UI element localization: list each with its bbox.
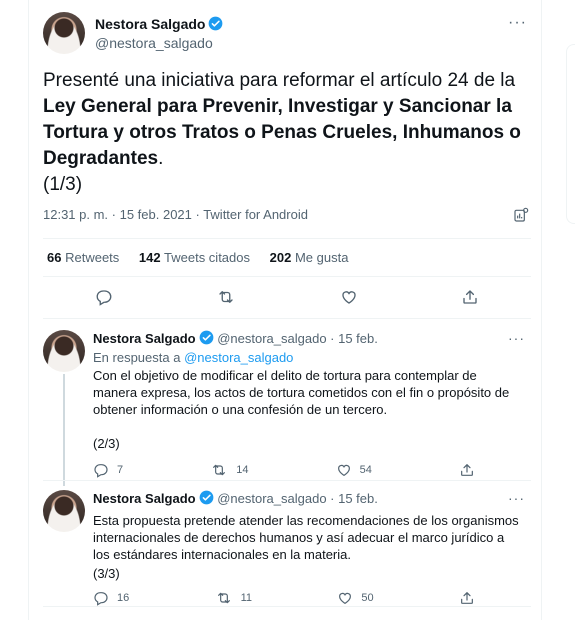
author-handle[interactable]: @nestora_salgado bbox=[217, 491, 326, 506]
retweet-count: 11 bbox=[240, 592, 253, 604]
like-icon[interactable] bbox=[337, 590, 353, 606]
tweet-date[interactable]: · 15 feb. bbox=[330, 491, 378, 506]
avatar[interactable] bbox=[43, 330, 85, 372]
share-icon[interactable] bbox=[461, 288, 479, 306]
retweets-stat[interactable]: 66 Retweets bbox=[47, 250, 119, 265]
mention-link[interactable]: @nestora_salgado bbox=[184, 350, 293, 365]
divider bbox=[43, 480, 531, 481]
verified-badge-icon bbox=[199, 490, 213, 505]
author-name[interactable]: Nestora Salgado bbox=[93, 491, 196, 506]
retweet-icon[interactable] bbox=[210, 462, 228, 478]
main-tweet-header: Nestora Salgado @nestora_salgado bbox=[43, 12, 531, 54]
tweet-text: Con el objetivo de modificar el delito d… bbox=[93, 368, 510, 417]
like-button[interactable]: 54 bbox=[336, 462, 372, 478]
divider bbox=[43, 606, 531, 607]
reply-context: En respuesta a @nestora_salgado bbox=[93, 350, 294, 365]
share-button[interactable] bbox=[459, 462, 483, 478]
divider bbox=[43, 238, 531, 239]
more-options-icon[interactable]: ··· bbox=[508, 14, 527, 32]
like-count: 54 bbox=[359, 464, 372, 476]
reply-tweet[interactable]: Nestora Salgado @nestora_salgado · 15 fe… bbox=[43, 490, 531, 610]
tweet-text-bold: Ley General para Prevenir, Investigar y … bbox=[43, 96, 521, 169]
reply-button[interactable]: 16 bbox=[93, 590, 129, 606]
main-tweet: Nestora Salgado @nestora_salgado ··· Pre… bbox=[43, 12, 531, 222]
reply-actions: 16 11 50 bbox=[93, 590, 483, 606]
author-name[interactable]: Nestora Salgado bbox=[93, 331, 196, 346]
author-handle[interactable]: @nestora_salgado bbox=[217, 331, 326, 346]
divider bbox=[43, 276, 531, 277]
likes-stat[interactable]: 202 Me gusta bbox=[270, 250, 349, 265]
like-count: 50 bbox=[361, 592, 374, 604]
tweet-stats: 66 Retweets 142 Tweets citados 202 Me gu… bbox=[47, 250, 364, 265]
retweet-count: 14 bbox=[236, 464, 249, 476]
more-options-icon[interactable]: ··· bbox=[508, 490, 525, 506]
retweet-icon[interactable] bbox=[216, 288, 236, 306]
tweet-date[interactable]: · 15 feb. bbox=[330, 331, 378, 346]
divider bbox=[43, 318, 531, 319]
share-icon[interactable] bbox=[459, 590, 475, 606]
share-button[interactable] bbox=[459, 590, 483, 606]
reply-icon[interactable] bbox=[93, 590, 109, 606]
thread-marker: (2/3) bbox=[93, 436, 120, 451]
tweet-text: Esta propuesta pretende atender las reco… bbox=[93, 513, 519, 562]
tweet-text-end: . bbox=[158, 148, 164, 169]
author-handle[interactable]: @nestora_salgado bbox=[95, 34, 223, 52]
verified-badge-icon bbox=[199, 330, 213, 345]
more-options-icon[interactable]: ··· bbox=[508, 330, 525, 346]
tweet-text: Presenté una iniciativa para reformar el… bbox=[43, 68, 533, 198]
quotes-stat[interactable]: 142 Tweets citados bbox=[139, 250, 250, 265]
thread-marker: (1/3) bbox=[43, 174, 83, 195]
share-icon[interactable] bbox=[459, 462, 475, 478]
like-icon[interactable] bbox=[340, 288, 358, 306]
avatar[interactable] bbox=[43, 12, 85, 54]
analytics-icon[interactable] bbox=[513, 207, 529, 223]
tweet-text-intro: Presenté una iniciativa para reformar el… bbox=[43, 70, 516, 91]
author-name[interactable]: Nestora Salgado bbox=[95, 16, 205, 32]
reply-actions: 7 14 54 bbox=[93, 462, 483, 478]
tweet-meta[interactable]: 12:31 p. m. · 15 feb. 2021 · Twitter for… bbox=[43, 207, 308, 222]
retweet-button[interactable]: 11 bbox=[215, 590, 252, 606]
like-icon[interactable] bbox=[336, 462, 352, 478]
reply-count: 7 bbox=[117, 464, 124, 476]
tweet-thread-panel: Nestora Salgado @nestora_salgado ··· Pre… bbox=[28, 0, 542, 620]
side-panel-edge bbox=[566, 44, 575, 224]
reply-icon[interactable] bbox=[93, 462, 109, 478]
verified-badge-icon bbox=[209, 16, 223, 30]
retweet-icon[interactable] bbox=[215, 590, 233, 606]
avatar[interactable] bbox=[43, 490, 85, 532]
main-tweet-actions bbox=[43, 288, 531, 306]
reply-count: 16 bbox=[117, 592, 130, 604]
thread-marker: (3/3) bbox=[93, 566, 120, 581]
like-button[interactable]: 50 bbox=[337, 590, 374, 606]
reply-tweet[interactable]: Nestora Salgado @nestora_salgado · 15 fe… bbox=[43, 330, 531, 480]
retweet-button[interactable]: 14 bbox=[210, 462, 249, 478]
reply-button[interactable]: 7 bbox=[93, 462, 123, 478]
reply-icon[interactable] bbox=[95, 288, 113, 306]
